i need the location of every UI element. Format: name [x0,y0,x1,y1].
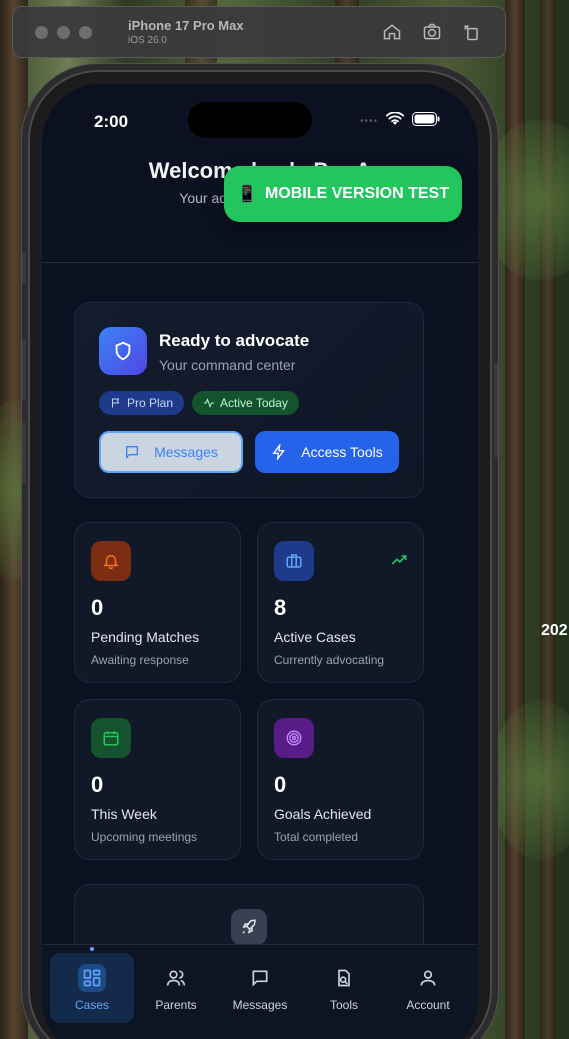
stat-caption: Awaiting response [91,653,189,667]
tab-tools[interactable]: Tools [302,953,386,1023]
mobile-version-test-banner[interactable]: 📱 MOBILE VERSION TEST [224,166,462,222]
stat-card-active-cases[interactable]: 8 Active Cases Currently advocating [257,522,424,683]
bottom-tab-bar: Cases Parents Messages Tools Account [42,944,478,1039]
plan-badge-label: Pro Plan [127,396,174,410]
grid-icon [78,964,106,992]
tab-label: Account [406,998,450,1012]
flag-icon [112,398,120,408]
briefcase-icon [274,541,314,581]
device-name: iPhone 17 Pro Max [128,18,244,33]
stat-card-this-week[interactable]: 0 This Week Upcoming meetings [74,699,241,860]
active-indicator [90,947,94,951]
plan-badge: Pro Plan [99,391,185,415]
close-window-button[interactable] [35,25,48,39]
activity-badge: Active Today [192,391,299,415]
stat-value: 0 [91,595,104,620]
tab-label: Tools [329,998,358,1012]
rotate-icon[interactable] [461,21,483,43]
phone-icon: 📱 [237,186,257,203]
battery-icon [412,112,440,131]
stat-caption: Upcoming meetings [91,830,198,844]
zoom-window-button[interactable] [79,25,92,39]
tab-label: Parents [155,998,197,1012]
tools-icon [330,964,358,992]
messages-button-label: Messages [154,444,218,460]
test-banner-label: MOBILE VERSION TEST [264,185,449,202]
rocket-icon [231,909,267,945]
stat-value: 0 [274,772,287,797]
tab-account[interactable]: Account [386,953,470,1023]
stat-card-goals-achieved[interactable]: 0 Goals Achieved Total completed [257,699,424,860]
screenshot-icon[interactable] [421,21,443,43]
activity-badge-label: Active Today [220,396,288,410]
target-icon [274,718,314,758]
stat-label: Pending Matches [91,629,200,645]
stat-card-pending-matches[interactable]: 0 Pending Matches Awaiting response [74,522,241,683]
tab-label: Cases [74,998,109,1012]
card-subtitle: Your command center [159,357,296,373]
status-bar: 2:00 •••• [42,84,478,138]
card-title: Ready to advocate [159,331,310,350]
message-icon [126,446,139,459]
stat-label: Goals Achieved [274,806,372,822]
stat-caption: Total completed [274,830,359,844]
status-time: 2:00 [94,112,129,131]
header-divider [42,262,478,263]
activity-icon [204,398,215,408]
stat-value: 0 [91,772,104,797]
lightning-icon [272,444,286,460]
chat-icon [246,964,274,992]
simulator-toolbar: iPhone 17 Pro Max iOS 26.0 [12,6,506,58]
home-icon[interactable] [381,21,403,43]
users-icon [162,964,190,992]
minimize-window-button[interactable] [57,25,70,39]
tab-label: Messages [232,998,288,1012]
os-version: iOS 26.0 [128,35,167,46]
background-text: 202 [541,622,568,639]
trending-up-icon [391,553,407,571]
tab-cases[interactable]: Cases [50,947,134,1023]
dynamic-island [188,102,312,138]
messages-button[interactable]: Messages [99,431,243,473]
wifi-icon [385,111,405,131]
stat-value: 8 [274,595,287,620]
stat-caption: Currently advocating [274,653,385,667]
advocate-status-card: Ready to advocate Your command center Pr… [74,302,424,498]
stat-label: Active Cases [274,629,356,645]
user-icon [414,964,442,992]
tab-messages[interactable]: Messages [218,953,302,1023]
phone-screen: 2:00 •••• Welcome back, Pro A Your advoc… [42,84,478,1039]
access-tools-button[interactable]: Access Tools [255,431,399,473]
calendar-icon [91,718,131,758]
bell-icon [91,541,131,581]
stat-label: This Week [91,806,157,822]
signal-icon: •••• [359,116,378,127]
window-controls [35,25,92,39]
shield-icon [99,327,147,375]
access-tools-button-label: Access Tools [301,444,383,460]
tab-parents[interactable]: Parents [134,953,218,1023]
